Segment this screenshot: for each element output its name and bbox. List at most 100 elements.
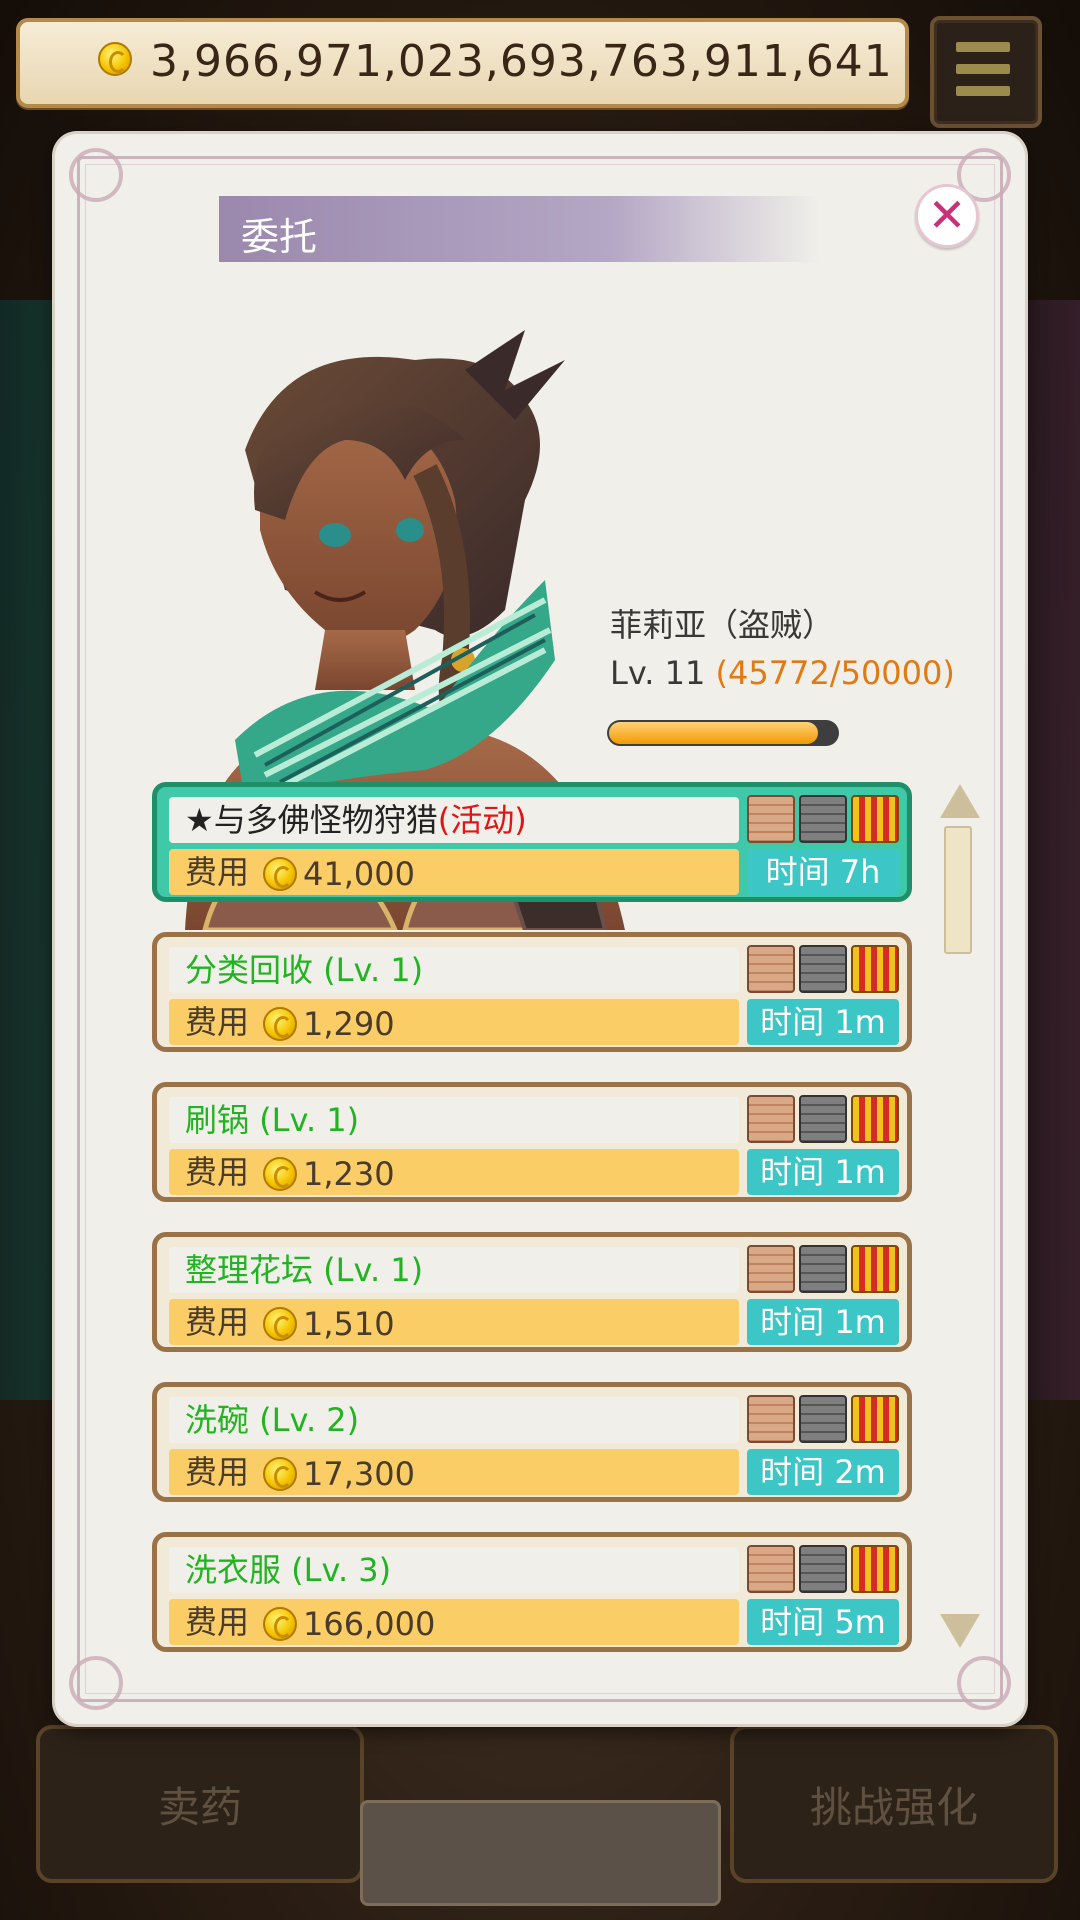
- gold-chest-icon: [851, 945, 899, 993]
- iron-chest-icon: [799, 1245, 847, 1293]
- character-level: Lv. 11 (45772/50000): [610, 654, 955, 692]
- quest-time: 时间 7h: [747, 849, 899, 895]
- commission-dialog: 委托 ✕ 菲莉亚（盗贼） Lv. 11 (45772/50000) ★与多佛怪物…: [55, 134, 1025, 1724]
- gold-coin-icon: [263, 1007, 298, 1041]
- menu-button[interactable]: [930, 16, 1042, 128]
- quest-time: 时间 5m: [747, 1599, 899, 1645]
- quest-title: 洗衣服 (Lv. 3): [185, 1551, 392, 1589]
- challenge-upgrade-button[interactable]: 挑战强化: [730, 1725, 1058, 1883]
- character-name: 菲莉亚（盗贼）: [610, 606, 835, 644]
- exp-text: (45772/50000): [715, 654, 955, 692]
- quest-title: 整理花坛 (Lv. 1): [185, 1251, 424, 1289]
- gold-coin-icon: [263, 857, 298, 891]
- quest-time: 时间 2m: [747, 1449, 899, 1495]
- quest-cost: 费用 17,300: [169, 1449, 739, 1495]
- wooden-chest-icon: [747, 945, 795, 993]
- gold-coin-icon: [263, 1157, 298, 1191]
- cost-label: 费用: [185, 1003, 250, 1041]
- quest-name: 洗碗 (Lv. 2): [169, 1397, 739, 1443]
- gold-chest-icon: [851, 1095, 899, 1143]
- reward-chests: [747, 1395, 899, 1445]
- wooden-chest-icon: [747, 1545, 795, 1593]
- gold-chest-icon: [851, 795, 899, 843]
- quest-item[interactable]: 洗碗 (Lv. 2) 费用 17,300 时间 2m: [152, 1382, 912, 1502]
- cost-label: 费用: [185, 1603, 250, 1641]
- quest-name: 洗衣服 (Lv. 3): [169, 1547, 739, 1593]
- iron-chest-icon: [799, 795, 847, 843]
- cost-value: 41,000: [303, 855, 415, 893]
- reward-chests: [747, 1545, 899, 1595]
- hamburger-icon: [956, 42, 1010, 52]
- quest-title: 洗碗 (Lv. 2): [185, 1401, 360, 1439]
- corner-ornament: [69, 148, 123, 202]
- gold-chest-icon: [851, 1245, 899, 1293]
- gold-coin-icon: [263, 1307, 298, 1341]
- currency-bar: 3,966,971,023,693,763,911,641: [16, 18, 909, 108]
- cost-label: 费用: [185, 1453, 250, 1491]
- quest-cost: 费用 1,290: [169, 999, 739, 1045]
- wooden-chest-icon: [747, 1245, 795, 1293]
- bottom-center-panel: [360, 1800, 721, 1906]
- quest-title: ★与多佛怪物狩猎: [185, 801, 438, 839]
- quest-item[interactable]: 分类回收 (Lv. 1) 费用 1,290 时间 1m: [152, 932, 912, 1052]
- quest-cost: 费用 1,510: [169, 1299, 739, 1345]
- cost-value: 1,510: [303, 1305, 395, 1343]
- quest-cost: 费用 166,000: [169, 1599, 739, 1645]
- cost-value: 1,290: [303, 1005, 395, 1043]
- quest-title: 分类回收 (Lv. 1): [185, 951, 424, 989]
- quest-time: 时间 1m: [747, 1299, 899, 1345]
- gold-coin-icon: [263, 1457, 298, 1491]
- quest-item[interactable]: 整理花坛 (Lv. 1) 费用 1,510 时间 1m: [152, 1232, 912, 1352]
- character-info: 菲莉亚（盗贼） Lv. 11 (45772/50000): [610, 600, 955, 692]
- iron-chest-icon: [799, 945, 847, 993]
- quest-name: 分类回收 (Lv. 1): [169, 947, 739, 993]
- cost-value: 1,230: [303, 1155, 395, 1193]
- sell-medicine-button[interactable]: 卖药: [36, 1725, 364, 1883]
- dialog-title: 委托: [241, 215, 318, 259]
- cost-label: 费用: [185, 1303, 250, 1341]
- wooden-chest-icon: [747, 1395, 795, 1443]
- corner-ornament: [69, 1656, 123, 1710]
- gold-coin-icon: [98, 42, 132, 76]
- quest-title: 刷锅 (Lv. 1): [185, 1101, 360, 1139]
- event-tag: (活动): [437, 801, 527, 839]
- quest-item[interactable]: 刷锅 (Lv. 1) 费用 1,230 时间 1m: [152, 1082, 912, 1202]
- exp-progress-bar: [607, 720, 839, 746]
- reward-chests: [747, 1095, 899, 1145]
- background-decoration-left: [0, 300, 60, 1400]
- gold-amount: 3,966,971,023,693,763,911,641: [150, 36, 893, 87]
- quest-name: ★与多佛怪物狩猎(活动): [169, 797, 739, 843]
- scrollbar-thumb[interactable]: [944, 826, 972, 954]
- level-text: Lv. 11: [610, 654, 706, 692]
- quest-cost: 费用 1,230: [169, 1149, 739, 1195]
- exp-progress-fill: [609, 722, 818, 744]
- reward-chests: [747, 945, 899, 995]
- wooden-chest-icon: [747, 1095, 795, 1143]
- close-button[interactable]: ✕: [915, 184, 979, 248]
- iron-chest-icon: [799, 1095, 847, 1143]
- background-decoration-right: [1020, 300, 1080, 1400]
- scroll-down-arrow-icon[interactable]: [940, 1614, 980, 1648]
- quest-name: 整理花坛 (Lv. 1): [169, 1247, 739, 1293]
- cost-value: 17,300: [303, 1455, 415, 1493]
- reward-chests: [747, 1245, 899, 1295]
- gold-chest-icon: [851, 1545, 899, 1593]
- corner-ornament: [957, 1656, 1011, 1710]
- cost-label: 费用: [185, 853, 250, 891]
- reward-chests: [747, 795, 899, 845]
- dialog-title-bar: 委托: [219, 196, 819, 262]
- quest-time: 时间 1m: [747, 1149, 899, 1195]
- quest-item[interactable]: ★与多佛怪物狩猎(活动) 费用 41,000 时间 7h: [152, 782, 912, 902]
- cost-label: 费用: [185, 1153, 250, 1191]
- iron-chest-icon: [799, 1395, 847, 1443]
- quest-name: 刷锅 (Lv. 1): [169, 1097, 739, 1143]
- scroll-up-arrow-icon[interactable]: [940, 784, 980, 818]
- cost-value: 166,000: [303, 1605, 436, 1643]
- quest-cost: 费用 41,000: [169, 849, 739, 895]
- quest-item[interactable]: 洗衣服 (Lv. 3) 费用 166,000 时间 5m: [152, 1532, 912, 1652]
- quest-time: 时间 1m: [747, 999, 899, 1045]
- iron-chest-icon: [799, 1545, 847, 1593]
- gold-chest-icon: [851, 1395, 899, 1443]
- wooden-chest-icon: [747, 795, 795, 843]
- gold-coin-icon: [263, 1607, 298, 1641]
